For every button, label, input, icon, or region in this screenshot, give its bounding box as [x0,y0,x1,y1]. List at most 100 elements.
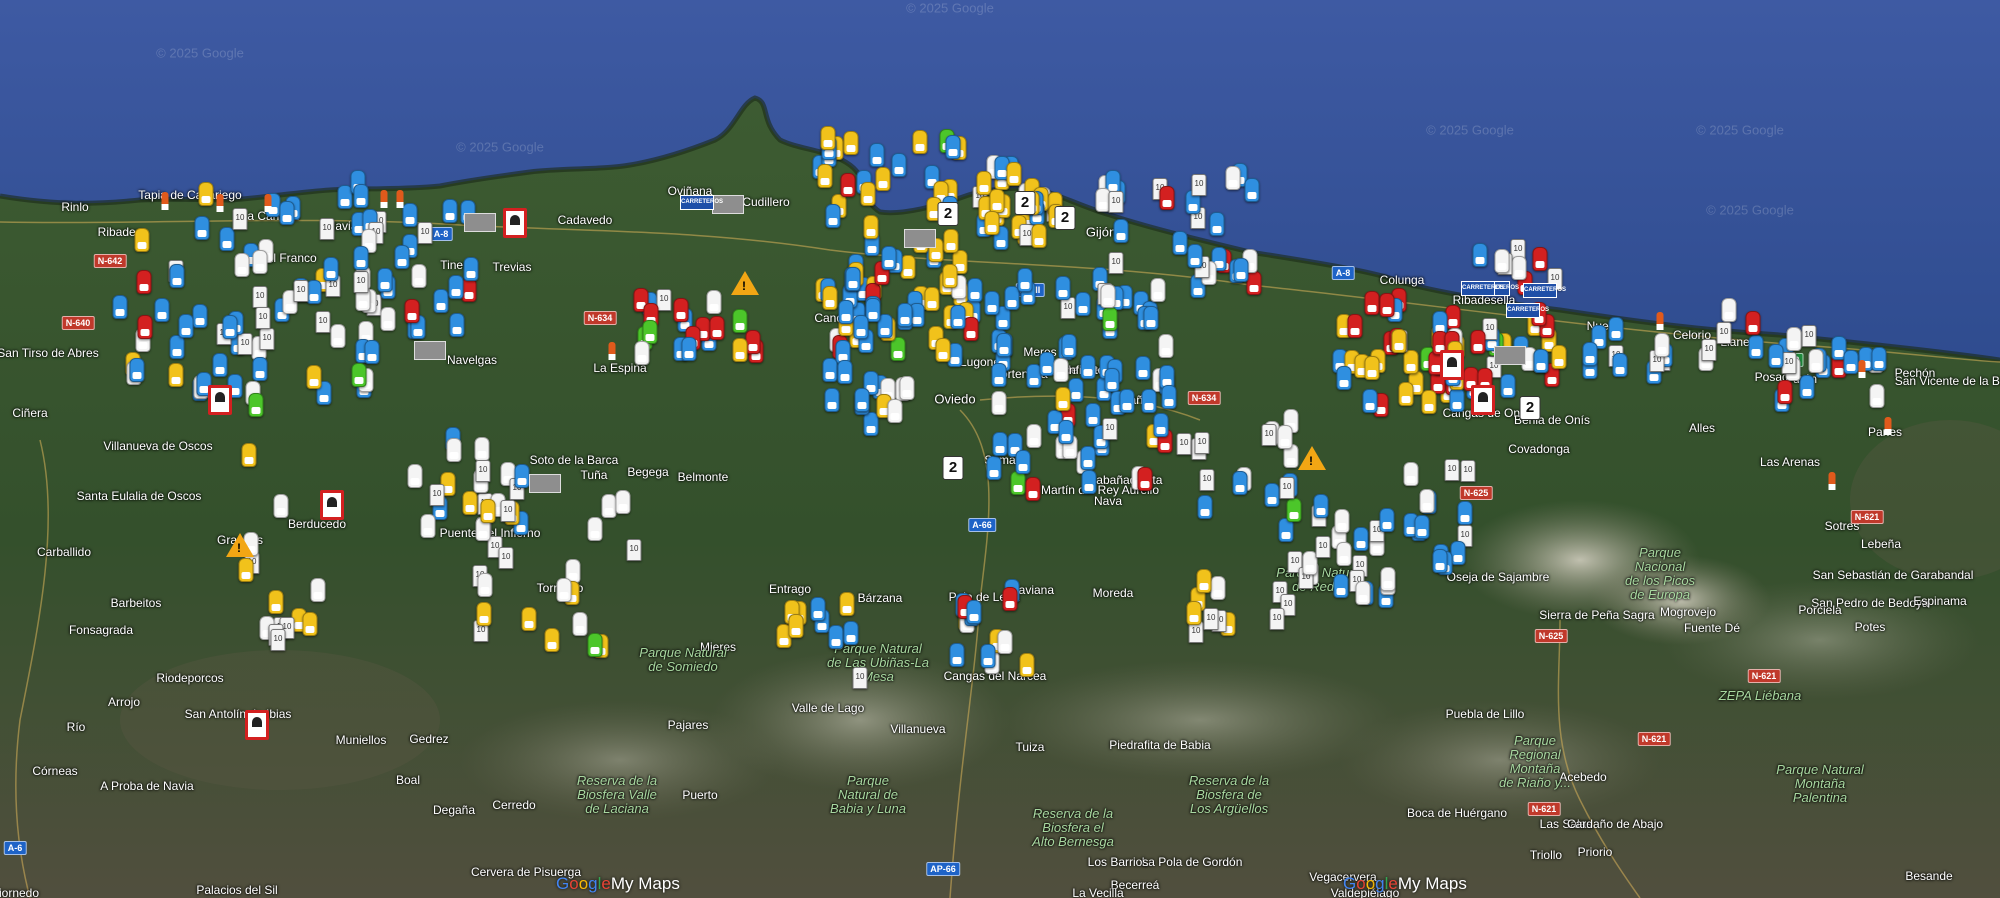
map-pin-icon[interactable] [732,338,748,362]
map-pin-icon[interactable] [1364,356,1380,380]
milestone-marker-icon[interactable]: 10 [319,218,335,240]
warning-sign-icon[interactable]: ! [731,271,759,295]
warning-sign-icon[interactable]: ! [226,533,254,557]
map-pin-icon[interactable] [252,250,268,274]
map-pin-icon[interactable] [810,597,826,621]
map-pin-icon[interactable] [194,216,210,240]
map-pin-icon[interactable] [302,612,318,636]
map-pin-icon[interactable] [1432,549,1448,573]
map-pin-icon[interactable] [732,309,748,333]
map-pin-icon[interactable] [899,376,915,400]
milestone-marker-icon[interactable]: 10 [500,500,516,522]
map-pin-icon[interactable] [476,602,492,626]
map-pin-icon[interactable] [134,228,150,252]
map-pin-icon[interactable] [1161,385,1177,409]
map-pin-icon[interactable] [323,257,339,281]
map-pin-icon[interactable] [706,290,722,314]
warning-sign-icon[interactable]: ! [1298,446,1326,470]
milestone-marker-icon[interactable]: 10 [270,629,286,651]
map-pin-icon[interactable] [1608,317,1624,341]
map-pin-icon[interactable] [997,630,1013,654]
map-pin-icon[interactable] [817,164,833,188]
map-pin-icon[interactable] [234,253,250,277]
info-board-icon[interactable] [529,474,561,493]
map-pin-icon[interactable] [273,494,289,518]
map-pin-icon[interactable] [1403,462,1419,486]
map-pin-icon[interactable] [219,227,235,251]
map-pin-icon[interactable] [1414,515,1430,539]
map-pin-icon[interactable] [1277,425,1293,449]
map-pin-icon[interactable] [248,393,264,417]
beacon-marker-icon[interactable] [1656,312,1664,330]
map-pin-icon[interactable] [822,286,838,310]
map-pin-icon[interactable] [924,287,940,311]
road-board-icon[interactable]: CARRETEROS [1461,281,1504,296]
map-pin-icon[interactable] [178,314,194,338]
map-pin-icon[interactable] [935,338,951,362]
map-pin-icon[interactable] [1336,542,1352,566]
map-pin-icon[interactable] [942,264,958,288]
map-pin-icon[interactable] [634,341,650,365]
map-pin-icon[interactable] [860,182,876,206]
milestone-marker-icon[interactable]: 10 [1261,424,1277,446]
map-pin-icon[interactable] [912,130,928,154]
map-pin-icon[interactable] [1768,344,1784,368]
map-pin-icon[interactable] [1403,350,1419,374]
map-pin-icon[interactable] [169,335,185,359]
map-pin-icon[interactable] [845,267,861,291]
map-pin-icon[interactable] [1532,247,1548,271]
map-pin-icon[interactable] [1336,366,1352,390]
map-pin-icon[interactable] [1100,284,1116,308]
map-pin-icon[interactable] [137,315,153,339]
map-pin-icon[interactable] [1019,653,1035,677]
map-pin-icon[interactable] [887,399,903,423]
milestone-marker-icon[interactable]: 10 [429,484,445,506]
numbered-cluster-icon[interactable]: 2 [1014,191,1036,215]
map-pin-icon[interactable] [351,363,367,387]
map-pin-icon[interactable] [1006,162,1022,186]
map-pin-icon[interactable] [461,278,477,302]
map-pin-icon[interactable] [1449,388,1465,412]
map-pin-icon[interactable] [966,600,982,624]
map-pin-icon[interactable] [420,514,436,538]
milestone-marker-icon[interactable]: 10 [656,289,672,311]
map-pin-icon[interactable] [854,388,870,412]
map-pin-icon[interactable] [154,298,170,322]
map-pin-icon[interactable] [1068,378,1084,402]
map-pin-icon[interactable] [1119,389,1135,413]
milestone-marker-icon[interactable]: 10 [852,667,868,689]
map-pin-icon[interactable] [991,391,1007,415]
map-pin-icon[interactable] [587,633,603,657]
map-pin-icon[interactable] [1075,292,1091,316]
map-pin-icon[interactable] [377,268,393,292]
milestone-marker-icon[interactable]: 10 [1701,339,1717,361]
map-pin-icon[interactable] [330,324,346,348]
map-pin-icon[interactable] [1080,446,1096,470]
map-pin-icon[interactable] [996,333,1012,357]
map-pin-icon[interactable] [442,199,458,223]
map-pin-icon[interactable] [869,143,885,167]
numbered-cluster-icon[interactable]: 2 [1519,396,1541,420]
map-pin-icon[interactable] [1721,298,1737,322]
map-pin-icon[interactable] [875,167,891,191]
map-pin-icon[interactable] [1104,368,1120,392]
map-pin-icon[interactable] [681,337,697,361]
map-pin-icon[interactable] [1080,355,1096,379]
milestone-marker-icon[interactable]: 10 [232,208,248,230]
map-pin-icon[interactable] [1457,501,1473,525]
map-pin-icon[interactable] [986,456,1002,480]
map-pin-icon[interactable] [587,517,603,541]
map-pin-icon[interactable] [615,490,631,514]
traffic-sign-icon[interactable] [503,208,527,238]
map-pin-icon[interactable] [863,215,879,239]
map-pin-icon[interactable] [306,365,322,389]
map-pin-icon[interactable] [900,255,916,279]
map-pin-icon[interactable] [825,204,841,228]
beacon-marker-icon[interactable] [396,190,404,208]
map-pin-icon[interactable] [449,313,465,337]
map-pin-icon[interactable] [1745,311,1761,335]
info-board-icon[interactable] [1494,346,1526,365]
map-pin-icon[interactable] [463,257,479,281]
milestone-marker-icon[interactable]: 10 [1194,432,1210,454]
map-pin-icon[interactable] [1017,268,1033,292]
